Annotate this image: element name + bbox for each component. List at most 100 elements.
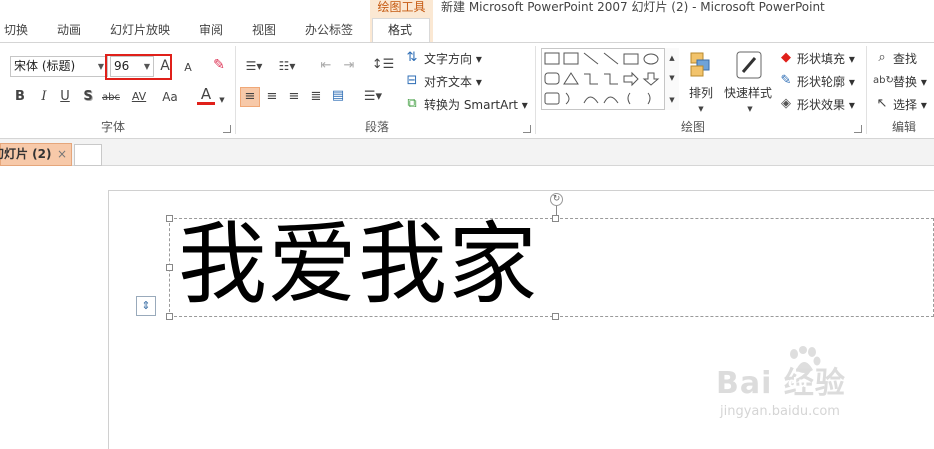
align-text-label: 对齐文本 [424, 75, 473, 89]
character-spacing-button[interactable]: AV [126, 89, 152, 105]
resize-handle-left[interactable] [166, 264, 173, 271]
shape-outline-label: 形状轮廓 [797, 75, 846, 89]
align-right-icon[interactable]: ≡ [286, 89, 302, 105]
bold-button[interactable]: B [14, 89, 26, 105]
watermark-main-label: Bai 经验 [716, 366, 846, 401]
tab-slideshow[interactable]: 幻灯片放映 [110, 22, 170, 38]
thumbnail-pane [0, 167, 108, 449]
drawing-group-label: 绘图 [681, 120, 706, 134]
text-direction-label: 文字方向 [424, 52, 473, 66]
shape-effects-button[interactable]: 形状效果 ▾ [797, 98, 855, 112]
shape-fill-icon[interactable]: ◆ [778, 50, 794, 66]
arrange-button[interactable]: 排列 [689, 86, 713, 100]
quick-styles-icon[interactable] [735, 50, 765, 82]
shape-effects-icon[interactable]: ◈ [778, 96, 794, 112]
chevron-down-icon[interactable]: ▼ [98, 57, 104, 76]
shape-fill-label: 形状填充 [797, 52, 846, 66]
select-pointer-icon[interactable]: ↖ [874, 96, 890, 112]
drawing-tools-label: 绘图工具 [377, 0, 426, 14]
smartart-icon[interactable]: ⧉ [404, 96, 420, 112]
align-left-icon[interactable]: ≡ [242, 89, 258, 105]
increase-indent-icon[interactable]: ⇥ [340, 58, 358, 74]
replace-button[interactable]: 替换 ▾ [893, 75, 927, 89]
shapes-gallery[interactable] [541, 48, 679, 110]
shrink-font-icon[interactable]: A [182, 60, 194, 76]
text-direction-icon[interactable]: ⇅ [404, 50, 420, 66]
close-icon[interactable]: × [57, 144, 67, 165]
drawing-dialog-launcher-icon[interactable] [854, 125, 862, 133]
chevron-down-icon[interactable]: ▼ [695, 101, 707, 117]
shapes-gallery-scrollbar[interactable]: ▲ ▼ ▼ [664, 48, 679, 110]
new-tab-button[interactable] [74, 144, 102, 166]
font-color-button[interactable]: A [197, 87, 215, 105]
tab-transitions[interactable]: 切换 [4, 22, 28, 38]
arrange-svg [690, 52, 710, 77]
tab-animations[interactable]: 动画 [57, 22, 81, 38]
window-title: 新建 Microsoft PowerPoint 2007 幻灯片 (2) - M… [441, 0, 825, 14]
chevron-up-icon[interactable]: ▲ [667, 50, 677, 66]
rotate-handle-icon[interactable]: ↻ [550, 193, 563, 206]
tab-format[interactable]: 格式 [388, 22, 412, 38]
shadow-button[interactable]: S [82, 89, 94, 105]
autofit-options-icon[interactable]: ⇕ [136, 296, 156, 316]
chevron-down-icon[interactable]: ▼ [667, 70, 677, 86]
group-separator [235, 46, 236, 134]
font-dialog-launcher-icon[interactable] [223, 125, 231, 133]
bullets-icon[interactable]: ☰▾ [241, 58, 267, 74]
chevron-down-icon[interactable]: ▼ [744, 101, 756, 117]
resize-handle-bottom-left[interactable] [166, 313, 173, 320]
watermark-url: jingyan.baidu.com [720, 404, 840, 419]
resize-handle-bottom[interactable] [552, 313, 559, 320]
tab-view[interactable]: 视图 [252, 22, 276, 38]
shape-fill-button[interactable]: 形状填充 ▾ [797, 52, 855, 66]
group-separator [535, 46, 536, 134]
justify-icon[interactable]: ≣ [308, 89, 324, 105]
shape-outline-icon[interactable]: ✎ [778, 73, 794, 89]
align-text-button[interactable]: 对齐文本 ▾ [424, 75, 482, 89]
group-separator [866, 46, 867, 134]
numbering-icon[interactable]: ☷▾ [274, 58, 300, 74]
quick-styles-button[interactable]: 快速样式 [724, 86, 772, 100]
watermark-main-text: Bai 经验 [716, 358, 846, 402]
shape-effects-label: 形状效果 [797, 98, 846, 112]
font-group-label: 字体 [101, 120, 126, 134]
align-text-icon[interactable]: ⊟ [404, 73, 420, 89]
arrange-icon[interactable] [688, 50, 714, 80]
decrease-indent-icon[interactable]: ⇤ [317, 58, 335, 74]
replace-label: 替换 [893, 75, 918, 89]
find-icon[interactable]: ⌕ [874, 50, 890, 66]
text-direction-button[interactable]: 文字方向 ▾ [424, 52, 482, 66]
select-button[interactable]: 选择 ▾ [893, 98, 927, 112]
change-case-button[interactable]: Aa [156, 89, 184, 105]
distributed-align-icon[interactable]: ▤ [330, 88, 346, 104]
quick-styles-svg [736, 51, 762, 79]
convert-smartart-button[interactable]: 转换为 SmartArt ▾ [424, 98, 528, 112]
document-tab-strip [0, 139, 934, 166]
watermark-du-text: du [788, 376, 809, 391]
resize-handle-top-left[interactable] [166, 215, 173, 222]
font-name-combo[interactable]: 宋体 (标题) ▼ [10, 56, 108, 77]
clear-formatting-icon[interactable]: ✎ [210, 57, 228, 73]
tab-review[interactable]: 审阅 [199, 22, 223, 38]
tab-office-tab[interactable]: 办公标签 [305, 22, 353, 38]
document-tab[interactable]: 幻灯片 (2) × [0, 143, 72, 166]
replace-icon[interactable]: ab↻ [873, 73, 894, 89]
shape-thumbnails [544, 52, 660, 105]
italic-button[interactable]: I [38, 89, 50, 105]
document-tab-label: 幻灯片 (2) [0, 147, 52, 161]
shape-outline-button[interactable]: 形状轮廓 ▾ [797, 75, 855, 89]
line-spacing-icon[interactable]: ↕☰ [370, 57, 396, 73]
paragraph-dialog-launcher-icon[interactable] [523, 125, 531, 133]
editing-group-label: 编辑 [892, 120, 917, 134]
chevron-down-icon[interactable]: ▼ [218, 92, 226, 108]
align-center-icon[interactable]: ≡ [264, 89, 280, 105]
columns-icon[interactable]: ☰▾ [360, 89, 386, 105]
slide-title-text[interactable]: 我爱我家 [178, 205, 538, 323]
find-button[interactable]: 查找 [893, 52, 917, 66]
select-label: 选择 [893, 98, 918, 112]
resize-handle-top[interactable] [552, 215, 559, 222]
underline-button[interactable]: U [59, 89, 71, 105]
convert-smartart-label: 转换为 SmartArt [424, 98, 518, 112]
strikethrough-button[interactable]: abc [100, 90, 122, 106]
more-icon[interactable]: ▼ [667, 92, 677, 108]
